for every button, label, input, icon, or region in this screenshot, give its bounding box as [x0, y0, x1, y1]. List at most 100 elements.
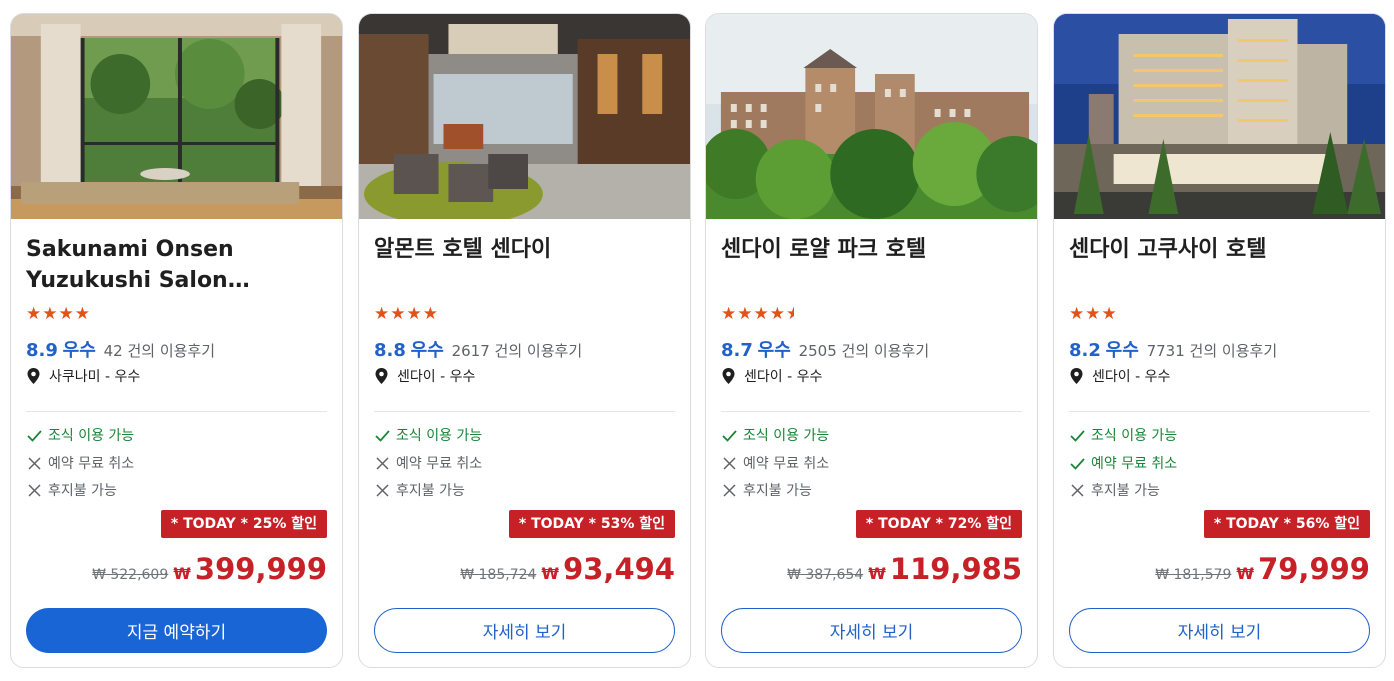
hotel-name[interactable]: 센다이 고쿠사이 호텔 [1069, 234, 1369, 265]
map-pin-icon [375, 368, 388, 384]
hotel-name[interactable]: 센다이 로얄 파크 호텔 [721, 234, 1021, 265]
review-count: 7731 [1146, 342, 1185, 360]
check-icon [1070, 457, 1085, 470]
amenity-free-cancel: 예약 무료 취소 [721, 453, 829, 473]
current-price: 79,999 [1258, 552, 1370, 586]
amenity-label: 후지불 가능 [48, 483, 117, 499]
hotel-photo[interactable] [11, 14, 342, 219]
amenity-breakfast: 조식 이용 가능 [26, 425, 134, 445]
rating-word: 우수 [62, 340, 96, 361]
star-rating-icon: ★★★ [1069, 304, 1118, 324]
check-icon [375, 429, 390, 442]
amenity-pay-later: 후지불 가능 [1069, 480, 1160, 500]
original-price: ₩ 181,579 [1155, 567, 1232, 583]
deal-badge: * TODAY * 56% 할인 [1203, 510, 1370, 538]
amenity-label: 조식 이용 가능 [48, 428, 135, 444]
amenity-breakfast: 조식 이용 가능 [721, 425, 829, 445]
price-row: ₩ 185,724 ₩ 93,494 [460, 552, 675, 586]
check-icon [1070, 429, 1085, 442]
location-label: 사쿠나미 - 우수 [49, 369, 141, 385]
location: 사쿠나미 - 우수 [26, 366, 140, 386]
amenity-free-cancel: 예약 무료 취소 [26, 453, 134, 473]
deal-badge: * TODAY * 72% 할인 [855, 510, 1022, 538]
amenity-pay-later: 후지불 가능 [26, 480, 117, 500]
hotel-name[interactable]: 알몬트 호텔 센다이 [374, 234, 674, 265]
map-pin-icon [722, 368, 735, 384]
currency-symbol: ₩ [173, 564, 191, 583]
hotel-name[interactable]: Sakunami Onsen Yuzukushi Salon Ichinobo [26, 234, 326, 296]
amenity-free-cancel: 예약 무료 취소 [1069, 453, 1177, 473]
view-details-button[interactable]: 자세히 보기 [374, 608, 675, 653]
hotel-card[interactable]: 센다이 고쿠사이 호텔 ★★★ 8.2 우수 7731 건의 이용후기 센다이 … [1053, 13, 1386, 668]
hotel-card[interactable]: 센다이 로얄 파크 호텔 ★★★★★ 8.7 우수 2505 건의 이용후기 센… [705, 13, 1038, 668]
rating-word: 우수 [1105, 340, 1139, 361]
hotel-photo-image [359, 14, 690, 219]
rating-word: 우수 [410, 340, 444, 361]
hotel-photo[interactable] [1054, 14, 1385, 219]
currency-symbol: ₩ [1236, 564, 1255, 583]
divider [26, 411, 327, 412]
amenity-breakfast: 조식 이용 가능 [374, 425, 482, 445]
price-row: ₩ 181,579 ₩ 79,999 [1155, 552, 1370, 586]
amenity-label: 예약 무료 취소 [396, 456, 483, 472]
price-row: ₩ 522,609 ₩ 399,999 [92, 552, 327, 586]
half-star-icon: ★ [786, 304, 794, 324]
location-label: 센다이 - 우수 [1092, 369, 1171, 385]
hotel-card[interactable]: Sakunami Onsen Yuzukushi Salon Ichinobo … [10, 13, 343, 668]
map-pin-icon [1070, 368, 1083, 384]
check-icon [27, 429, 42, 442]
location: 센다이 - 우수 [1069, 366, 1170, 386]
currency-symbol: ₩ [541, 564, 560, 583]
location: 센다이 - 우수 [374, 366, 475, 386]
close-icon [723, 483, 736, 497]
rating-score: 8.2 [1069, 340, 1101, 361]
rating-row: 8.9 우수 42 건의 이용후기 [26, 336, 215, 362]
hotel-photo[interactable] [706, 14, 1037, 219]
book-now-button[interactable]: 지금 예약하기 [26, 608, 327, 653]
deal-badge: * TODAY * 53% 할인 [508, 510, 675, 538]
close-icon [376, 456, 389, 470]
hotel-card[interactable]: 알몬트 호텔 센다이 ★★★★ 8.8 우수 2617 건의 이용후기 센다이 … [358, 13, 691, 668]
amenity-label: 예약 무료 취소 [48, 456, 135, 472]
price-row: ₩ 387,654 ₩ 119,985 [787, 552, 1022, 586]
review-count: 2505 [798, 342, 837, 360]
review-count: 2617 [451, 342, 490, 360]
star-rating-icon: ★★★★ [26, 304, 91, 324]
location-label: 센다이 - 우수 [397, 369, 476, 385]
hotel-photo-image [706, 14, 1037, 219]
close-icon [376, 483, 389, 497]
amenity-free-cancel: 예약 무료 취소 [374, 453, 482, 473]
check-icon [722, 429, 737, 442]
close-icon [28, 483, 41, 497]
star-rating-icon: ★★★★★ [721, 304, 794, 324]
amenity-pay-later: 후지불 가능 [374, 480, 465, 500]
star-rating-icon: ★★★★ [374, 304, 439, 324]
hotel-photo[interactable] [359, 14, 690, 219]
review-count: 42 [103, 342, 123, 360]
view-details-button[interactable]: 자세히 보기 [721, 608, 1022, 653]
divider [1069, 411, 1370, 412]
amenity-pay-later: 후지불 가능 [721, 480, 812, 500]
close-icon [1071, 483, 1084, 497]
rating-score: 8.8 [374, 340, 406, 361]
map-pin-icon [27, 368, 40, 384]
amenity-label: 조식 이용 가능 [396, 428, 483, 444]
divider [721, 411, 1022, 412]
currency-symbol: ₩ [868, 564, 886, 583]
hotel-photo-image [11, 14, 342, 219]
hotel-photo-image [1054, 14, 1385, 219]
review-suffix: 건의 이용후기 [841, 342, 930, 360]
deal-badge: * TODAY * 25% 할인 [160, 510, 327, 538]
rating-row: 8.8 우수 2617 건의 이용후기 [374, 336, 582, 362]
rating-score: 8.9 [26, 340, 58, 361]
original-price: ₩ 387,654 [787, 567, 864, 583]
amenity-label: 조식 이용 가능 [743, 428, 830, 444]
current-price: 119,985 [889, 552, 1022, 586]
review-suffix: 건의 이용후기 [127, 342, 216, 360]
amenity-label: 후지불 가능 [1091, 483, 1160, 499]
location: 센다이 - 우수 [721, 366, 822, 386]
current-price: 93,494 [563, 552, 675, 586]
view-details-button[interactable]: 자세히 보기 [1069, 608, 1370, 653]
close-icon [28, 456, 41, 470]
divider [374, 411, 675, 412]
